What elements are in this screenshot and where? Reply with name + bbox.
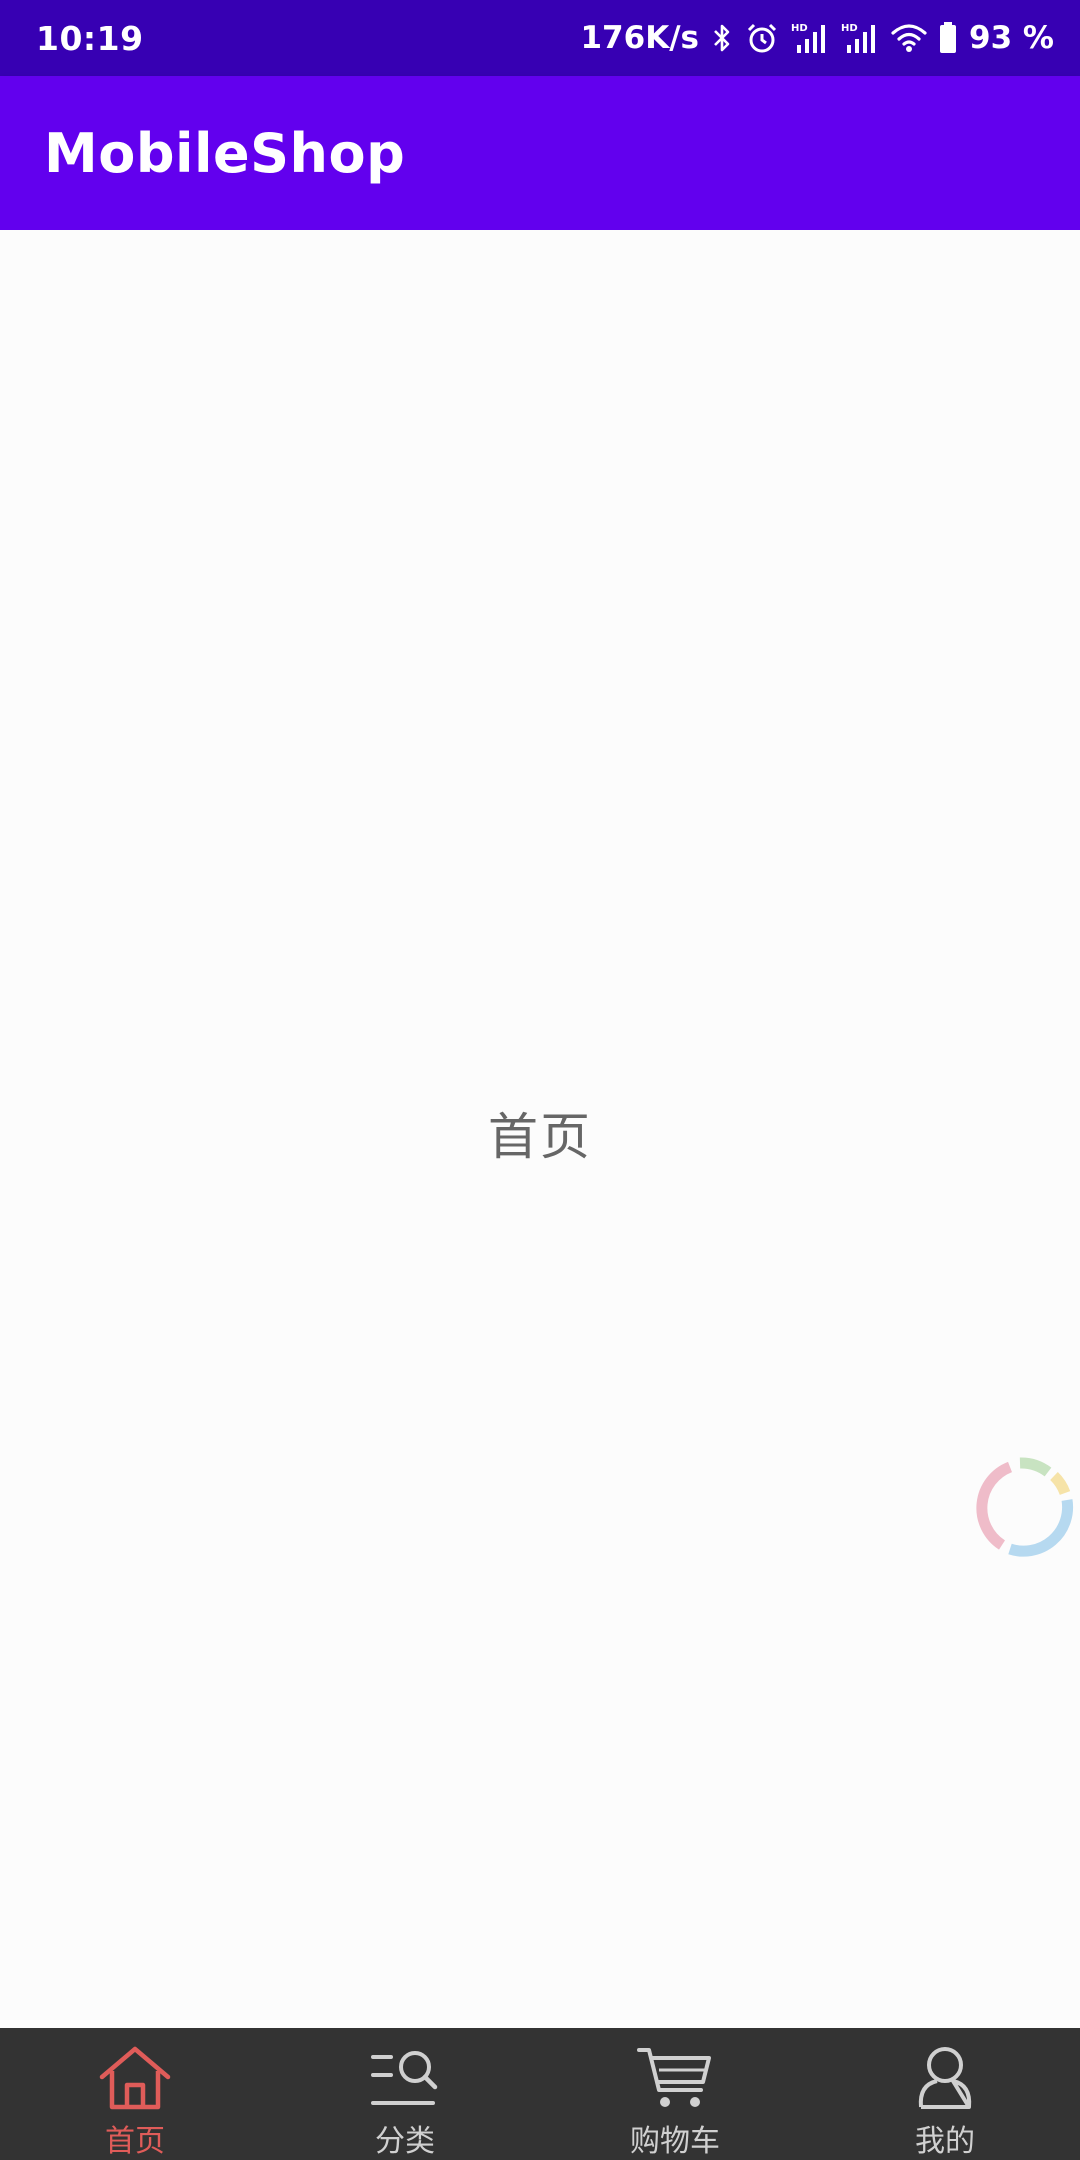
status-time: 10:19 <box>36 18 144 58</box>
nav-item-home[interactable]: 首页 <box>0 2028 270 2160</box>
bottom-navigation: 首页 分类 购物车 我的 <box>0 2028 1080 2160</box>
page-label: 首页 <box>488 1108 592 1166</box>
main-content: 首页 <box>0 230 1080 2028</box>
alarm-icon <box>745 21 779 55</box>
bluetooth-icon <box>711 22 733 54</box>
app-title: MobileShop <box>44 121 406 185</box>
nav-label-cart: 购物车 <box>630 2124 720 2159</box>
status-icons: 176K/s HD HD 93 % <box>580 20 1054 56</box>
profile-icon <box>915 2042 975 2114</box>
home-icon <box>98 2042 172 2114</box>
category-search-icon <box>369 2042 441 2114</box>
wifi-icon <box>891 23 927 53</box>
nav-item-category[interactable]: 分类 <box>270 2028 540 2160</box>
hd-signal-icon: HD <box>841 21 879 55</box>
nav-label-category: 分类 <box>375 2124 435 2159</box>
nav-item-cart[interactable]: 购物车 <box>540 2028 810 2160</box>
hd-signal-icon: HD <box>791 21 829 55</box>
svg-text:HD: HD <box>791 23 808 34</box>
cart-icon <box>637 2042 713 2114</box>
status-bar: 10:19 176K/s HD HD 93 % <box>0 0 1080 76</box>
app-bar: MobileShop <box>0 76 1080 230</box>
battery-icon <box>939 22 957 54</box>
battery-percentage: 93 % <box>969 20 1054 56</box>
svg-text:HD: HD <box>841 23 858 34</box>
nav-label-home: 首页 <box>105 2124 165 2159</box>
loading-spinner-icon <box>972 1455 1076 1563</box>
network-speed: 176K/s <box>580 20 699 56</box>
nav-label-profile: 我的 <box>915 2124 975 2159</box>
nav-item-profile[interactable]: 我的 <box>810 2028 1080 2160</box>
